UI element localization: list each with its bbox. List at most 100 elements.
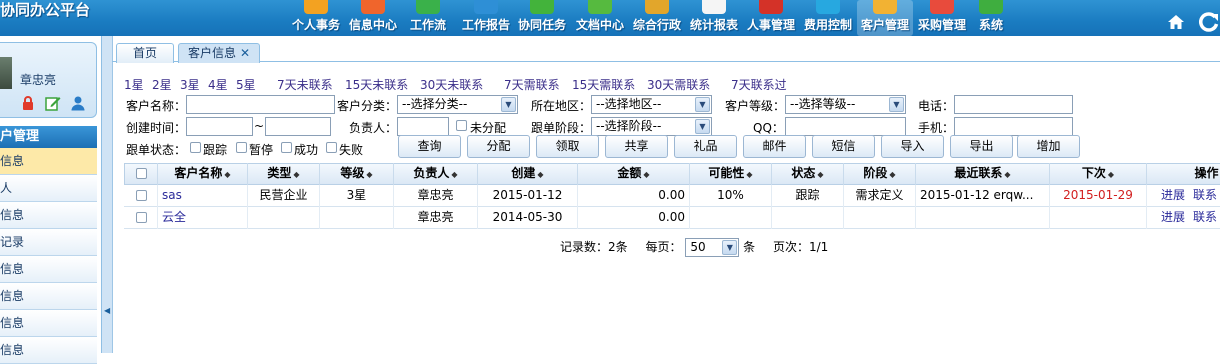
nav-collab-task[interactable]: 协同任务 (514, 0, 570, 36)
cell-last-contact: 2015-01-12 erqw... (916, 185, 1050, 207)
sidebar-menu-title[interactable]: 户管理 (0, 126, 97, 148)
column-header[interactable]: 创建 ◆ (478, 163, 578, 185)
cell-grade (320, 207, 394, 229)
tab-close-icon[interactable]: ✕ (240, 46, 250, 60)
cell-name[interactable]: sas (158, 185, 248, 207)
column-header[interactable]: 负责人 ◆ (394, 163, 478, 185)
nav-document-center[interactable]: 文档中心 (572, 0, 628, 36)
chevron-down-icon: ▼ (501, 97, 516, 112)
column-header[interactable]: 最近联系 ◆ (916, 163, 1050, 185)
status-checkbox-paused[interactable] (236, 142, 247, 153)
action-button[interactable]: 礼品 (674, 135, 737, 158)
user-icon[interactable] (70, 95, 86, 111)
customer-type-select[interactable]: --选择分类-- ▼ (397, 95, 518, 114)
column-header[interactable]: 客户名称 ◆ (158, 163, 248, 185)
nav-hr[interactable]: 人事管理 (743, 0, 799, 36)
nav-work-report[interactable]: 工作报告 (458, 0, 514, 36)
column-header[interactable]: 等级 ◆ (320, 163, 394, 185)
column-header[interactable]: 类型 ◆ (248, 163, 320, 185)
status-checkbox-tracking[interactable] (190, 142, 201, 153)
qq-input[interactable] (785, 117, 906, 136)
quick-filter-link[interactable]: 3星 (180, 76, 200, 93)
owner-input[interactable] (397, 117, 449, 136)
quick-filter-link[interactable]: 4星 (208, 76, 228, 93)
mobile-input[interactable] (954, 117, 1073, 136)
region-select[interactable]: --选择地区-- ▼ (591, 95, 712, 114)
phone-input[interactable] (954, 95, 1073, 114)
cell-status (772, 207, 844, 229)
column-header[interactable]: 阶段 ◆ (844, 163, 916, 185)
action-button[interactable]: 领取 (536, 135, 599, 158)
quick-filter-link[interactable]: 7天联系过 (731, 76, 787, 93)
column-header[interactable]: 可能性 ◆ (690, 163, 772, 185)
refresh-icon[interactable] (1198, 12, 1220, 32)
quick-filter-link[interactable]: 1星 (124, 76, 144, 93)
action-button[interactable]: 共享 (605, 135, 668, 158)
sidebar-menu-item[interactable]: 信息 (0, 283, 97, 310)
nav-customer[interactable]: 客户管理 (857, 0, 913, 36)
created-from-input[interactable] (186, 117, 253, 136)
tab-customer-info[interactable]: 客户信息 ✕ (178, 43, 260, 63)
info-center-icon (361, 0, 385, 14)
nav-admin[interactable]: 综合行政 (629, 0, 685, 36)
stage-select[interactable]: --选择阶段-- ▼ (591, 117, 712, 136)
operation-link[interactable]: 联系 (1193, 210, 1217, 224)
quick-filter-link[interactable]: 30天未联系 (420, 76, 483, 93)
operation-link[interactable]: 进展 (1161, 210, 1185, 224)
edit-icon[interactable] (45, 95, 61, 111)
quick-filter-link[interactable]: 7天未联系 (277, 76, 333, 93)
lock-icon[interactable] (20, 95, 36, 111)
select-all-checkbox[interactable] (136, 168, 147, 179)
sidebar-menu-item[interactable]: 记录 (0, 229, 97, 256)
sidebar-menu-item[interactable]: 信息 (0, 202, 97, 229)
column-header-label: 状态 (791, 166, 816, 180)
sidebar-menu-item[interactable]: 信息 (0, 256, 97, 283)
home-icon[interactable] (1166, 12, 1186, 32)
per-page-select[interactable]: 50 ▼ (685, 238, 740, 257)
row-checkbox[interactable] (136, 212, 147, 223)
grade-select[interactable]: --选择等级-- ▼ (785, 95, 906, 114)
created-to-input[interactable] (265, 117, 331, 136)
quick-filter-link[interactable]: 15天需联系 (572, 76, 635, 93)
action-button[interactable]: 查询 (398, 135, 461, 158)
row-checkbox[interactable] (136, 190, 147, 201)
nav-expense[interactable]: 费用控制 (800, 0, 856, 36)
customer-name-input[interactable] (186, 95, 335, 114)
sidebar-menu-item[interactable]: 信息 (0, 310, 97, 337)
nav-stats-report[interactable]: 统计报表 (686, 0, 742, 36)
operation-link[interactable]: 联系 (1193, 188, 1217, 202)
quick-filter-link[interactable]: 30天需联系 (647, 76, 710, 93)
action-button[interactable]: 短信 (812, 135, 875, 158)
status-checkbox-failed[interactable] (326, 142, 337, 153)
column-header[interactable]: 金额 ◆ (578, 163, 690, 185)
avatar[interactable] (0, 57, 12, 89)
cell-name[interactable]: 云全 (158, 207, 248, 229)
status-option-tracking: 跟踪 (203, 143, 228, 157)
customer-type-value: --选择分类-- (402, 97, 468, 111)
sidebar-menu-item[interactable]: 信息 (0, 337, 97, 364)
action-button[interactable]: 导出 (950, 135, 1013, 158)
quick-filter-link[interactable]: 7天需联系 (504, 76, 560, 93)
nav-workflow[interactable]: 工作流 (402, 0, 454, 36)
action-button[interactable]: 邮件 (743, 135, 806, 158)
action-button[interactable]: 增加 (1017, 135, 1080, 158)
nav-purchase[interactable]: 采购管理 (914, 0, 970, 36)
quick-filter-link[interactable]: 15天未联系 (345, 76, 408, 93)
sidebar-menu-item[interactable]: 信息 (0, 148, 97, 175)
action-button[interactable]: 分配 (467, 135, 530, 158)
nav-personal-affairs[interactable]: 个人事务 (288, 0, 344, 36)
operation-link[interactable]: 进展 (1161, 188, 1185, 202)
nav-system[interactable]: 系统 (971, 0, 1011, 36)
sidebar-menu-item[interactable]: 人 (0, 175, 97, 202)
column-header[interactable]: 状态 ◆ (772, 163, 844, 185)
quick-filter-link[interactable]: 2星 (152, 76, 172, 93)
column-header[interactable]: 下次 ◆ (1050, 163, 1147, 185)
collapse-arrow-icon[interactable]: ◀ (104, 306, 110, 315)
unassigned-checkbox[interactable] (456, 120, 467, 131)
action-button[interactable]: 导入 (881, 135, 944, 158)
cell-last-contact (916, 207, 1050, 229)
quick-filter-link[interactable]: 5星 (236, 76, 256, 93)
status-checkbox-success[interactable] (281, 142, 292, 153)
tab-home[interactable]: 首页 (116, 43, 174, 63)
nav-info-center[interactable]: 信息中心 (345, 0, 401, 36)
